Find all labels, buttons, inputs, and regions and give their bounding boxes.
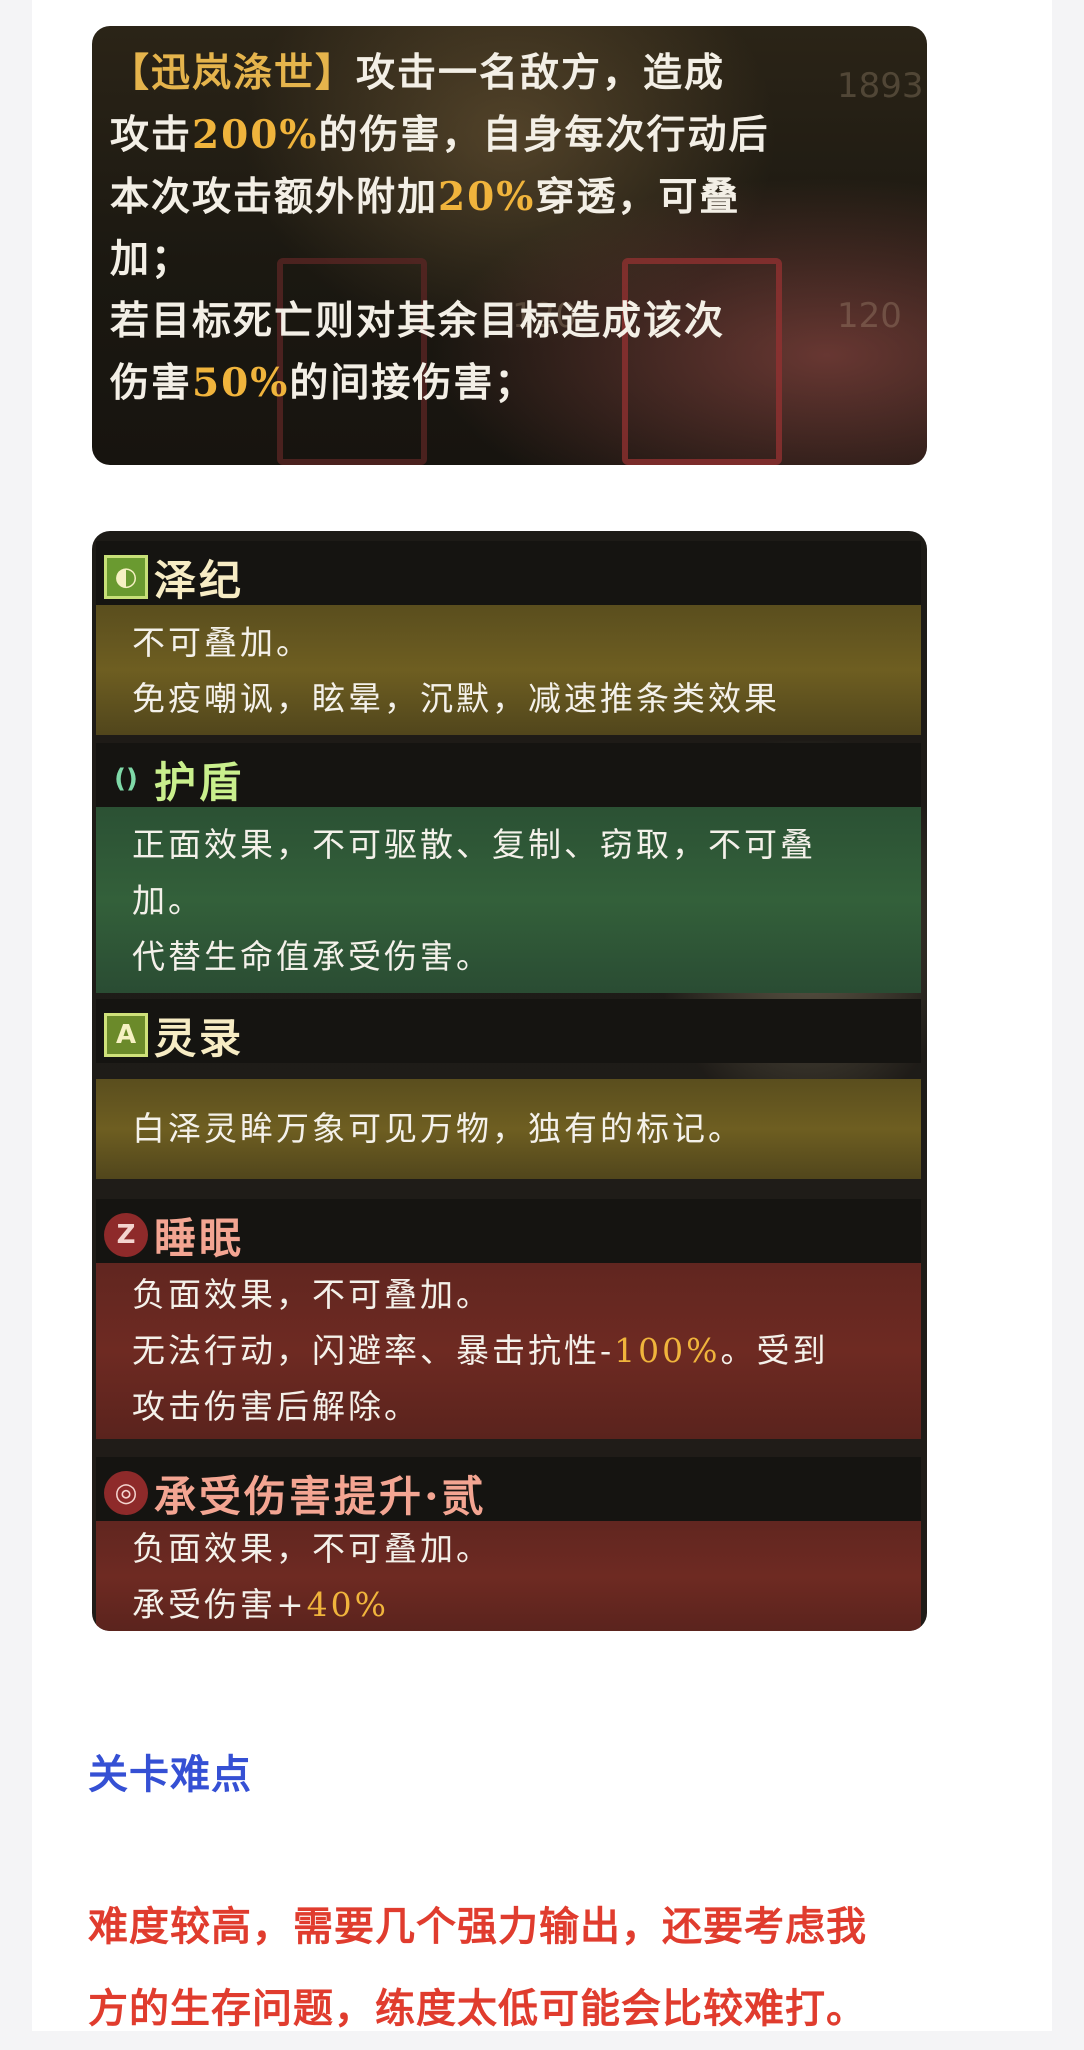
shield-leaf-icon: ◐ xyxy=(104,555,148,599)
highlight-value: 50% xyxy=(192,360,290,406)
shield-icon: () xyxy=(114,764,138,794)
status-header: ◐ 泽纪 xyxy=(96,541,921,605)
skill-line: 若目标死亡则对其余目标造成该次 xyxy=(110,298,726,344)
status-description: 白泽灵眸万象可见万物，独有的标记。 xyxy=(96,1079,921,1179)
skill-line: 【迅岚涤世】攻击一名敌方，造成 xyxy=(110,50,726,96)
highlight-value: 200% xyxy=(192,112,319,158)
skill-name: 【迅岚涤世】 xyxy=(110,50,357,96)
status-header: () 护盾 xyxy=(96,743,921,807)
status-entry-shield: () 护盾 正面效果，不可驱散、复制、窃取，不可叠 加。 代替生命值承受伤害。 xyxy=(96,743,921,993)
status-title: 灵录 xyxy=(154,1014,245,1063)
paragraph-line: 难度较高，需要几个强力输出，还要考虑我 xyxy=(88,1905,867,1949)
status-title: 承受伤害提升·贰 xyxy=(154,1472,487,1521)
section-heading: 关卡难点 xyxy=(88,1753,252,1797)
status-entry-damage-taken-up: ◎ 承受伤害提升·贰 负面效果，不可叠加。 承受伤害+40% xyxy=(96,1457,921,1631)
skill-line: 攻击200%的伤害，自身每次行动后 xyxy=(110,112,770,158)
status-title: 睡眠 xyxy=(154,1214,245,1263)
status-description: 正面效果，不可驱散、复制、窃取，不可叠 加。 代替生命值承受伤害。 xyxy=(96,807,921,993)
paragraph-line: 方的生存问题，练度太低可能会比较难打。 xyxy=(88,1987,867,2031)
status-description: 负面效果，不可叠加。 承受伤害+40% xyxy=(96,1521,921,1631)
skill-line: 加； xyxy=(110,236,193,282)
status-header: A 灵录 xyxy=(96,999,921,1063)
article-paragraph: 难度较高，需要几个强力输出，还要考虑我 方的生存问题，练度太低可能会比较难打。 xyxy=(88,1886,968,2050)
sleep-icon: Z xyxy=(104,1213,148,1257)
status-title: 护盾 xyxy=(154,758,245,807)
spirit-mark-icon: A xyxy=(104,1013,148,1057)
status-header: Z 睡眠 xyxy=(96,1199,921,1263)
status-entry-linglu: A 灵录 白泽灵眸万象可见万物，独有的标记。 xyxy=(96,999,921,1195)
skill-line: 伤害50%的间接伤害； xyxy=(110,360,536,406)
status-entry-sleep: Z 睡眠 负面效果，不可叠加。 无法行动，闪避率、暴击抗性-100%。受到 攻击… xyxy=(96,1199,921,1449)
highlight-value: 40% xyxy=(306,1585,390,1624)
status-description: 不可叠加。 免疫嘲讽，眩晕，沉默，减速推条类效果 xyxy=(96,605,921,735)
status-entry-zeji: ◐ 泽纪 不可叠加。 免疫嘲讽，眩晕，沉默，减速推条类效果 xyxy=(96,541,921,737)
status-header: ◎ 承受伤害提升·贰 xyxy=(96,1457,921,1521)
status-description: 负面效果，不可叠加。 无法行动，闪避率、暴击抗性-100%。受到 攻击伤害后解除… xyxy=(96,1263,921,1439)
highlight-value: 20% xyxy=(438,174,536,220)
damage-up-icon: ◎ xyxy=(104,1471,148,1515)
skill-line: 本次攻击额外附加20%穿透，可叠 xyxy=(110,174,741,220)
highlight-value: 100% xyxy=(614,1331,721,1370)
status-title: 泽纪 xyxy=(154,556,245,605)
skill-text: 【迅岚涤世】攻击一名敌方，造成 攻击200%的伤害，自身每次行动后 本次攻击额外… xyxy=(92,26,927,414)
skill-description-image: 120 120 1893 【迅岚涤世】攻击一名敌方，造成 攻击200%的伤害，自… xyxy=(92,26,927,465)
status-effects-image: ◐ 泽纪 不可叠加。 免疫嘲讽，眩晕，沉默，减速推条类效果 () 护盾 正面效果… xyxy=(92,531,927,1631)
